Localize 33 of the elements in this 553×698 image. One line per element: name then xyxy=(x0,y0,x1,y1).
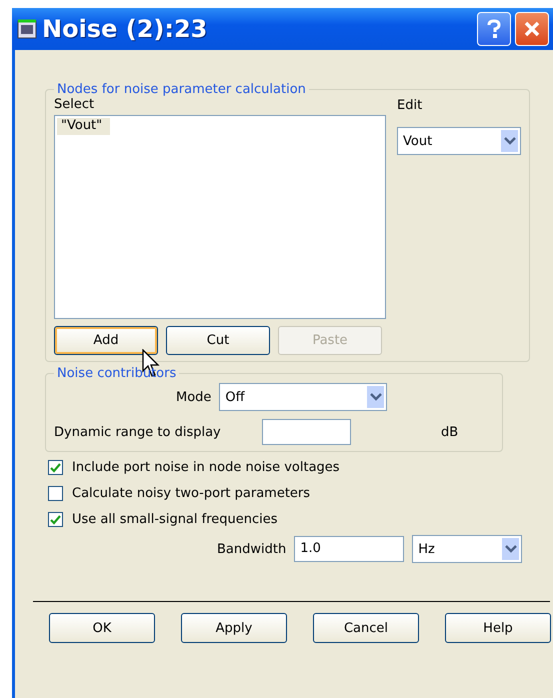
group-title: Nodes for noise parameter calculation xyxy=(56,82,307,97)
range-label: Dynamic range to display xyxy=(54,424,222,440)
checkbox-label: Calculate noisy two-port parameters xyxy=(72,486,310,501)
edit-dropdown[interactable]: Vout xyxy=(397,127,521,155)
range-input[interactable] xyxy=(262,419,351,445)
bandwidth-label: Bandwidth xyxy=(217,542,286,556)
checkbox[interactable] xyxy=(48,486,63,501)
app-icon xyxy=(16,18,38,40)
checkbox-label: Use all small-signal frequencies xyxy=(72,512,278,527)
checkbox[interactable] xyxy=(48,512,63,527)
help-button[interactable] xyxy=(477,12,511,46)
checkbox[interactable] xyxy=(48,460,63,475)
group-title: Noise contributors xyxy=(56,366,178,381)
help-icon xyxy=(486,19,502,39)
close-button[interactable] xyxy=(515,12,549,46)
dialog-button[interactable]: Apply xyxy=(181,613,287,643)
unit-dropdown[interactable]: Hz xyxy=(412,535,522,563)
edit-label: Edit xyxy=(397,98,424,113)
dialog-button[interactable]: Help xyxy=(445,613,551,643)
bandwidth-input[interactable]: 1.0 xyxy=(294,536,404,562)
dialog-button[interactable]: OK xyxy=(49,613,155,643)
list-action-button[interactable]: Cut xyxy=(166,326,270,355)
list-action-button[interactable]: Add xyxy=(54,326,158,355)
window-title: Noise (2):23 xyxy=(42,15,208,43)
checkbox-label: Include port noise in node noise voltages xyxy=(72,460,340,475)
select-label: Select xyxy=(54,97,96,112)
unit-label: dB xyxy=(441,424,458,440)
node-list[interactable]: "Vout" xyxy=(54,115,386,319)
mode-dropdown[interactable]: Off xyxy=(219,383,388,411)
mode-label: Mode xyxy=(176,390,212,404)
close-icon xyxy=(523,20,541,38)
dialog-button[interactable]: Cancel xyxy=(313,613,419,643)
list-item[interactable]: "Vout" xyxy=(57,118,110,135)
